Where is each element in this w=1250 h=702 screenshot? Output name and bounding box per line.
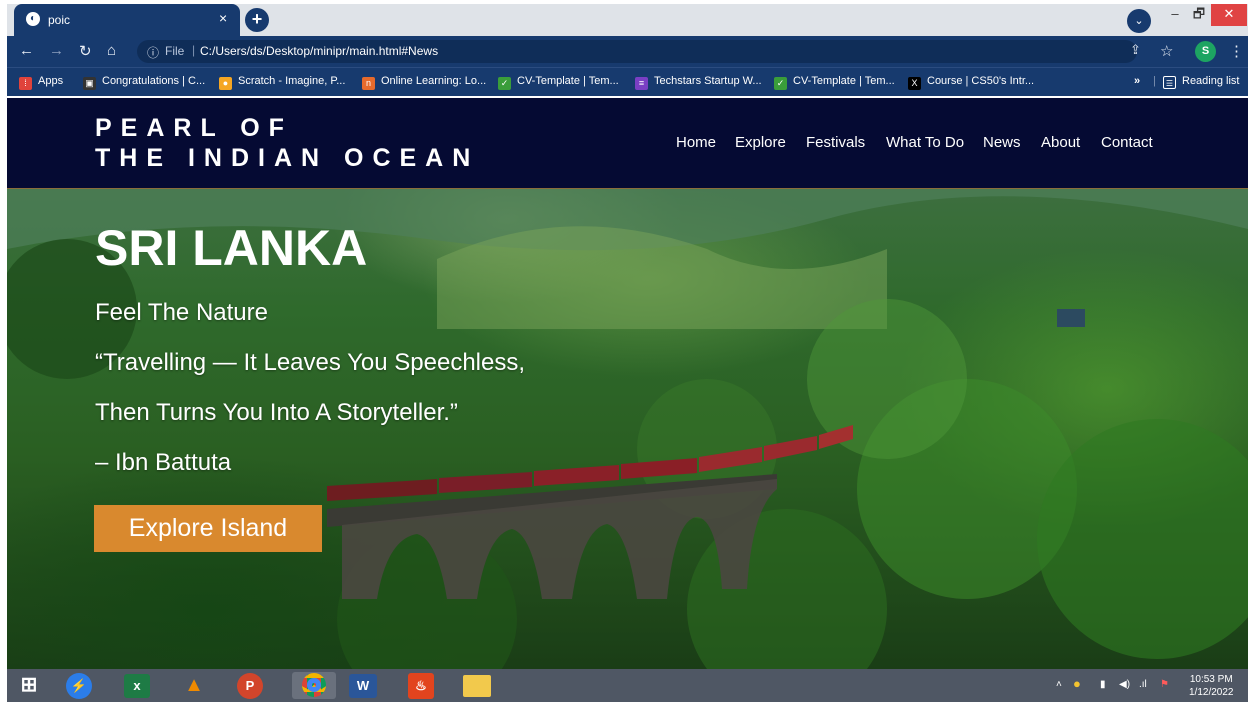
nav-home[interactable]: Home — [676, 134, 716, 151]
bookmark-item[interactable]: ▣ Congratulations | C... — [83, 75, 205, 90]
tray-overflow-icon[interactable]: ˄ — [1056, 679, 1062, 690]
clock-date: 1/12/2022 — [1189, 687, 1234, 698]
site-header: PEARL OF THE INDIAN OCEAN Home Explore F… — [7, 98, 1248, 188]
reading-list-icon: ☰ — [1163, 76, 1176, 89]
battery-icon[interactable]: ▮ — [1100, 679, 1106, 690]
window-maximize-button[interactable]: 🗗 — [1187, 4, 1211, 26]
nav-about[interactable]: About — [1041, 134, 1080, 151]
bookmark-apps[interactable]: ⁞ Apps — [19, 75, 63, 90]
tab-close-icon[interactable]: × — [219, 10, 227, 26]
bookmarks-separator: | — [1153, 75, 1156, 87]
bookmark-item[interactable]: ✓ CV-Template | Tem... — [498, 75, 619, 90]
windows-taskbar: ⊞ ⚡ x ▲ P W ♨ ˄ ● ▮ ◀) .ıl ⚑ 10:53 PM 1/… — [7, 669, 1248, 702]
bookmarks-overflow-button[interactable]: » — [1134, 75, 1140, 87]
bookmark-star-icon[interactable]: ☆ — [1160, 42, 1173, 60]
nav-what-to-do[interactable]: What To Do — [886, 134, 964, 151]
windows-start-icon[interactable]: ⊞ — [15, 672, 43, 699]
hero-tagline: Feel The Nature — [95, 299, 268, 326]
chrome-icon[interactable] — [302, 673, 326, 697]
window-minimize-button[interactable]: – — [1163, 4, 1187, 26]
bookmark-item[interactable]: n Online Learning: Lo... — [362, 75, 486, 90]
browser-tab-strip: ◐ poic × + ⌄ – 🗗 ✕ — [7, 4, 1248, 36]
word-icon[interactable]: W — [349, 674, 377, 698]
nav-explore[interactable]: Explore — [735, 134, 786, 151]
browser-tab[interactable]: ◐ poic × — [14, 4, 240, 36]
bookmarks-bar: ⁞ Apps ▣ Congratulations | C... ● Scratch -… — [7, 67, 1248, 96]
hero-quote-line-2: Then Turns You Into A Storyteller.” — [95, 399, 458, 426]
url-text[interactable]: C:/Users/ds/Desktop/minipr/main.html#New… — [200, 44, 438, 58]
list-icon: ≡ — [635, 77, 648, 90]
system-clock[interactable]: 10:53 PM 1/12/2022 — [1189, 673, 1234, 699]
excel-icon[interactable]: x — [124, 674, 150, 698]
messenger-icon[interactable]: ⚡ — [66, 673, 92, 699]
file-explorer-icon[interactable] — [463, 675, 491, 697]
hero-quote-author: – Ibn Battuta — [95, 449, 232, 476]
globe-icon: ◐ — [26, 12, 40, 26]
explore-island-button[interactable]: Explore Island — [94, 505, 322, 552]
bookmark-item[interactable]: ● Scratch - Imagine, P... — [219, 75, 345, 90]
acrobat-icon[interactable]: ♨ — [408, 673, 434, 699]
screen: ◐ poic × + ⌄ – 🗗 ✕ ← → ↻ ⌂ ⓘ File | C:/U… — [0, 0, 1250, 702]
browser-toolbar: ← → ↻ ⌂ ⓘ File | C:/Users/ds/Desktop/min… — [7, 36, 1248, 67]
address-bar[interactable]: ⓘ File | C:/Users/ds/Desktop/minipr/main… — [137, 40, 1137, 63]
bookmark-site-icon: ▣ — [83, 77, 96, 90]
nav-news[interactable]: News — [983, 134, 1021, 151]
nav-contact[interactable]: Contact — [1101, 134, 1153, 151]
site-logo-line-1[interactable]: PEARL OF — [95, 114, 293, 143]
notification-flag-icon[interactable]: ⚑ — [1160, 679, 1169, 690]
window-close-button[interactable]: ✕ — [1211, 4, 1247, 26]
cv-icon: ✓ — [774, 77, 787, 90]
x-logo-icon: X — [908, 77, 921, 90]
share-icon[interactable]: ⇪ — [1130, 42, 1141, 58]
url-scheme-label: File — [165, 44, 185, 58]
profile-avatar[interactable]: S — [1195, 41, 1216, 62]
powerpoint-icon[interactable]: P — [237, 673, 263, 699]
nav-festivals[interactable]: Festivals — [806, 134, 865, 151]
kebab-menu-icon[interactable]: ⋮ — [1229, 42, 1244, 60]
bookmark-item[interactable]: ≡ Techstars Startup W... — [635, 75, 762, 90]
bookmark-item[interactable]: ✓ CV-Template | Tem... — [774, 75, 895, 90]
url-separator: | — [192, 43, 196, 57]
info-icon[interactable]: ⓘ — [147, 44, 159, 61]
learning-icon: n — [362, 77, 375, 90]
forward-arrow-icon[interactable]: → — [49, 42, 64, 59]
network-icon[interactable]: .ıl — [1139, 679, 1147, 690]
hero-title: SRI LANKA — [95, 220, 368, 276]
tab-title: poic — [48, 13, 71, 27]
volume-icon[interactable]: ◀) — [1119, 679, 1130, 690]
tray-app-icon[interactable]: ● — [1073, 676, 1081, 691]
tab-search-chevron-icon[interactable]: ⌄ — [1127, 9, 1151, 33]
back-arrow-icon[interactable]: ← — [19, 42, 34, 59]
reading-list-button[interactable]: ☰ Reading list — [1163, 75, 1239, 89]
reload-icon[interactable]: ↻ — [79, 42, 92, 60]
hero-section: SRI LANKA Feel The Nature “Travelling — … — [7, 188, 1248, 669]
cv-icon: ✓ — [498, 77, 511, 90]
home-icon[interactable]: ⌂ — [107, 42, 116, 59]
hero-quote-line-1: “Travelling — It Leaves You Speechless, — [95, 349, 526, 376]
new-tab-button[interactable]: + — [245, 8, 269, 32]
apps-grid-icon: ⁞ — [19, 77, 32, 90]
clock-time: 10:53 PM — [1189, 674, 1233, 685]
site-logo-line-2[interactable]: THE INDIAN OCEAN — [95, 144, 479, 173]
bookmark-item[interactable]: X Course | CS50's Intr... — [908, 75, 1034, 90]
vlc-icon[interactable]: ▲ — [184, 672, 204, 699]
scratch-icon: ● — [219, 77, 232, 90]
